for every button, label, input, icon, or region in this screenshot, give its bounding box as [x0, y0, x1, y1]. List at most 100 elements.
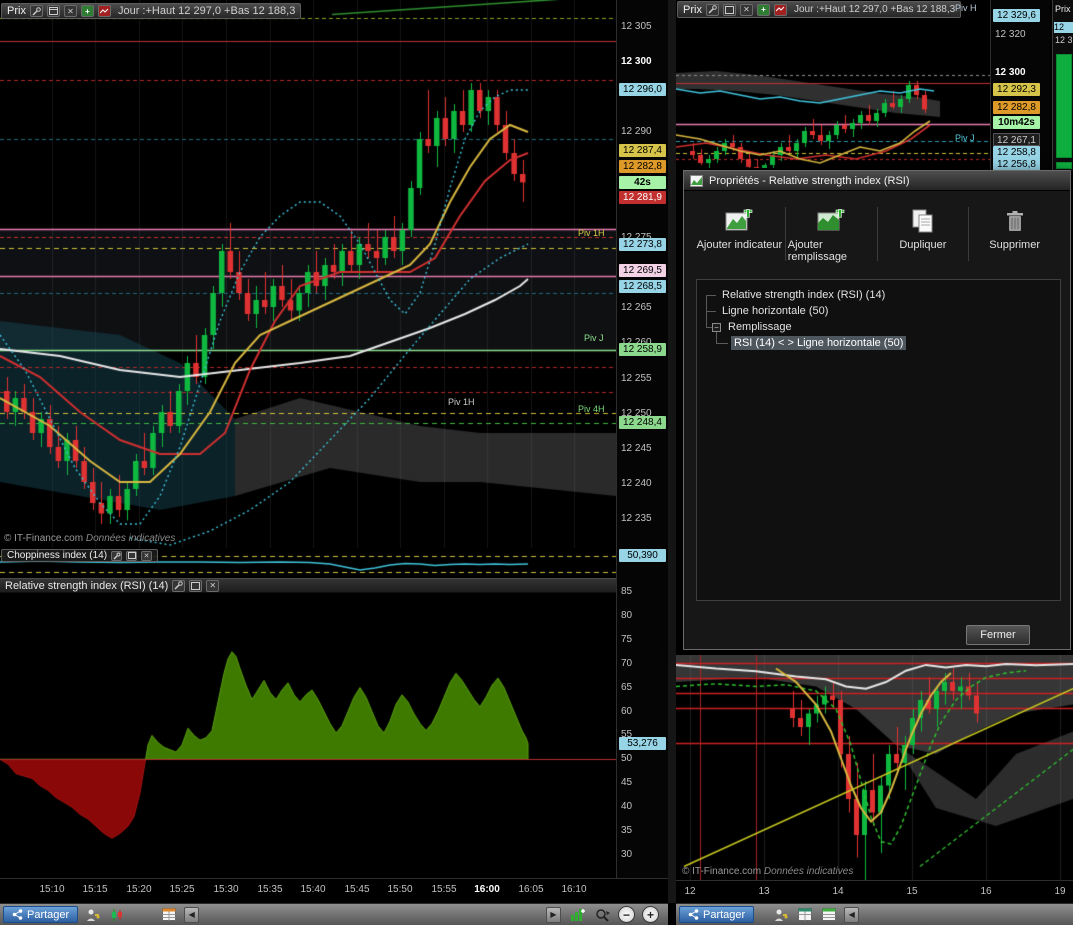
- remove-chart-icon[interactable]: [774, 4, 787, 16]
- right-price-axis[interactable]: 12 32012 30012 329,612 292,312 282,810m4…: [990, 0, 1050, 170]
- rsi-tick: 50: [621, 753, 632, 764]
- candles-icon[interactable]: [108, 906, 126, 923]
- scroll-left-button[interactable]: ◀: [844, 907, 859, 923]
- time-label: 16:00: [467, 884, 507, 895]
- price-badge: 12 248,4: [619, 416, 666, 429]
- indicator-icon: [690, 175, 703, 187]
- far-right-panel[interactable]: Prix 12 32 12 3: [1052, 0, 1073, 172]
- rsi-tick: 80: [621, 610, 632, 621]
- tree-item-fill[interactable]: Remplissage: [725, 321, 795, 333]
- zoom-in-icon[interactable]: +: [642, 906, 659, 923]
- indicator-tree[interactable]: Relative strength index (RSI) (14) Ligne…: [696, 279, 1061, 601]
- rsi-title: Relative strength index (RSI) (14): [5, 580, 168, 592]
- price-tick: 12 300: [621, 56, 652, 67]
- time-label: 15:25: [162, 884, 202, 895]
- share-button[interactable]: Partager: [3, 906, 78, 923]
- remove-chart-icon[interactable]: [98, 5, 111, 17]
- add-fill-icon: [817, 209, 845, 233]
- dialog-toolbar: Ajouter indicateur Ajouter remplissage D…: [696, 203, 1058, 265]
- time-label: 15:35: [250, 884, 290, 895]
- wrench-icon[interactable]: [706, 4, 719, 16]
- user-key-icon[interactable]: [772, 906, 790, 923]
- rsi-tick: 30: [621, 849, 632, 860]
- price-tick: 12 245: [621, 443, 652, 454]
- wrench-icon[interactable]: [111, 551, 122, 561]
- close-icon[interactable]: ✕: [740, 4, 753, 16]
- toolbar-separator: [968, 207, 969, 261]
- add-chart-icon[interactable]: +: [757, 4, 770, 16]
- rsi-tick: 45: [621, 777, 632, 788]
- price-badge: 12 281,9: [619, 191, 666, 204]
- close-icon[interactable]: ✕: [206, 580, 219, 592]
- price-badge: 12 258,9: [619, 343, 666, 356]
- price-badge: 12 292,3: [993, 83, 1040, 96]
- pane-divider[interactable]: [668, 0, 676, 903]
- rsi-chart-canvas[interactable]: [0, 593, 616, 878]
- tree-collapse-icon[interactable]: −: [712, 323, 721, 332]
- window-icon[interactable]: [189, 580, 202, 592]
- right-price-chart-canvas[interactable]: [676, 18, 990, 168]
- grid2-icon[interactable]: [820, 906, 838, 923]
- right-time-axis[interactable]: 121314151619: [676, 880, 1073, 903]
- share-button[interactable]: Partager: [679, 906, 754, 923]
- price-badge: 42s: [619, 176, 666, 189]
- delete-button[interactable]: Supprimer: [971, 203, 1058, 265]
- time-label: 12: [670, 886, 710, 897]
- share-icon: [12, 909, 23, 920]
- add-indicator-button[interactable]: Ajouter indicateur: [696, 203, 783, 265]
- daily-high-low-label: Jour :+Haut 12 297,0 +Bas 12 188,3: [794, 4, 955, 15]
- properties-dialog: Propriétés - Relative strength index (RS…: [683, 170, 1071, 650]
- scroll-left-button[interactable]: ◀: [184, 907, 199, 923]
- add-chart-icon[interactable]: +: [81, 5, 94, 17]
- dialog-titlebar[interactable]: Propriétés - Relative strength index (RS…: [684, 171, 1070, 191]
- choppiness-title: Choppiness index (14): [7, 550, 107, 561]
- price-badge: 12 329,6: [993, 9, 1040, 22]
- tree-item-fill-rule[interactable]: RSI (14) < > Ligne horizontale (50): [731, 337, 906, 349]
- price-badge: 12 267,1: [993, 133, 1040, 146]
- close-icon[interactable]: ✕: [141, 551, 152, 561]
- pivot-label: Piv J: [955, 133, 975, 143]
- price-badge: 53,276: [619, 737, 666, 750]
- trading-workspace: Prix ✕ + Jour :+Haut 12 297,0 +Bas 12 18…: [0, 0, 1073, 925]
- duplicate-button[interactable]: Dupliquer: [880, 203, 967, 265]
- zoom-out-icon[interactable]: −: [618, 906, 635, 923]
- close-icon[interactable]: ✕: [64, 5, 77, 17]
- left-time-axis[interactable]: 15:1015:1515:2015:2515:3015:3515:4015:45…: [0, 878, 668, 903]
- window-icon[interactable]: [126, 551, 137, 561]
- grid-icon[interactable]: [160, 906, 178, 923]
- chart-add-icon[interactable]: [568, 906, 586, 923]
- window-icon[interactable]: [47, 5, 60, 17]
- dialog-title: Propriétés - Relative strength index (RS…: [709, 175, 910, 187]
- scroll-right-button[interactable]: ▶: [546, 907, 561, 923]
- rsi-tick: 40: [621, 801, 632, 812]
- right-bottom-chart-canvas[interactable]: [676, 655, 1073, 880]
- wrench-icon[interactable]: [172, 580, 185, 592]
- time-label: 15:15: [75, 884, 115, 895]
- price-badge: 10m42s: [993, 116, 1040, 129]
- left-price-chart-canvas[interactable]: [0, 0, 616, 548]
- chart-title: Prix: [683, 4, 702, 16]
- share-icon: [688, 909, 699, 920]
- green-candle-block: [1056, 54, 1072, 158]
- time-label: 13: [744, 886, 784, 897]
- time-label: 14: [818, 886, 858, 897]
- window-icon[interactable]: [723, 4, 736, 16]
- user-key-icon[interactable]: [84, 906, 102, 923]
- wrench-icon[interactable]: [30, 5, 43, 17]
- grid-icon[interactable]: [796, 906, 814, 923]
- price-badge: 12 282,8: [993, 101, 1040, 114]
- time-label: 16:05: [511, 884, 551, 895]
- price-tick: 12 320: [995, 29, 1026, 40]
- tree-connector: [706, 295, 716, 296]
- pivot-label: Piv 4H: [578, 404, 605, 414]
- left-price-axis[interactable]: 12 30512 30012 29012 27512 26512 26012 2…: [616, 0, 668, 878]
- close-dialog-button[interactable]: Fermer: [966, 625, 1030, 645]
- tree-item-horizontal-line[interactable]: Ligne horizontale (50): [719, 305, 831, 317]
- add-fill-button[interactable]: Ajouter remplissage: [788, 203, 875, 265]
- time-label: 15:45: [337, 884, 377, 895]
- choppiness-titlebar: Choppiness index (14) ✕: [1, 549, 158, 562]
- time-label: 15:10: [32, 884, 72, 895]
- tree-item-rsi[interactable]: Relative strength index (RSI) (14): [719, 289, 888, 301]
- pivot-label: Piv 1H: [578, 228, 605, 238]
- zoom-cursor-icon[interactable]: [593, 906, 611, 923]
